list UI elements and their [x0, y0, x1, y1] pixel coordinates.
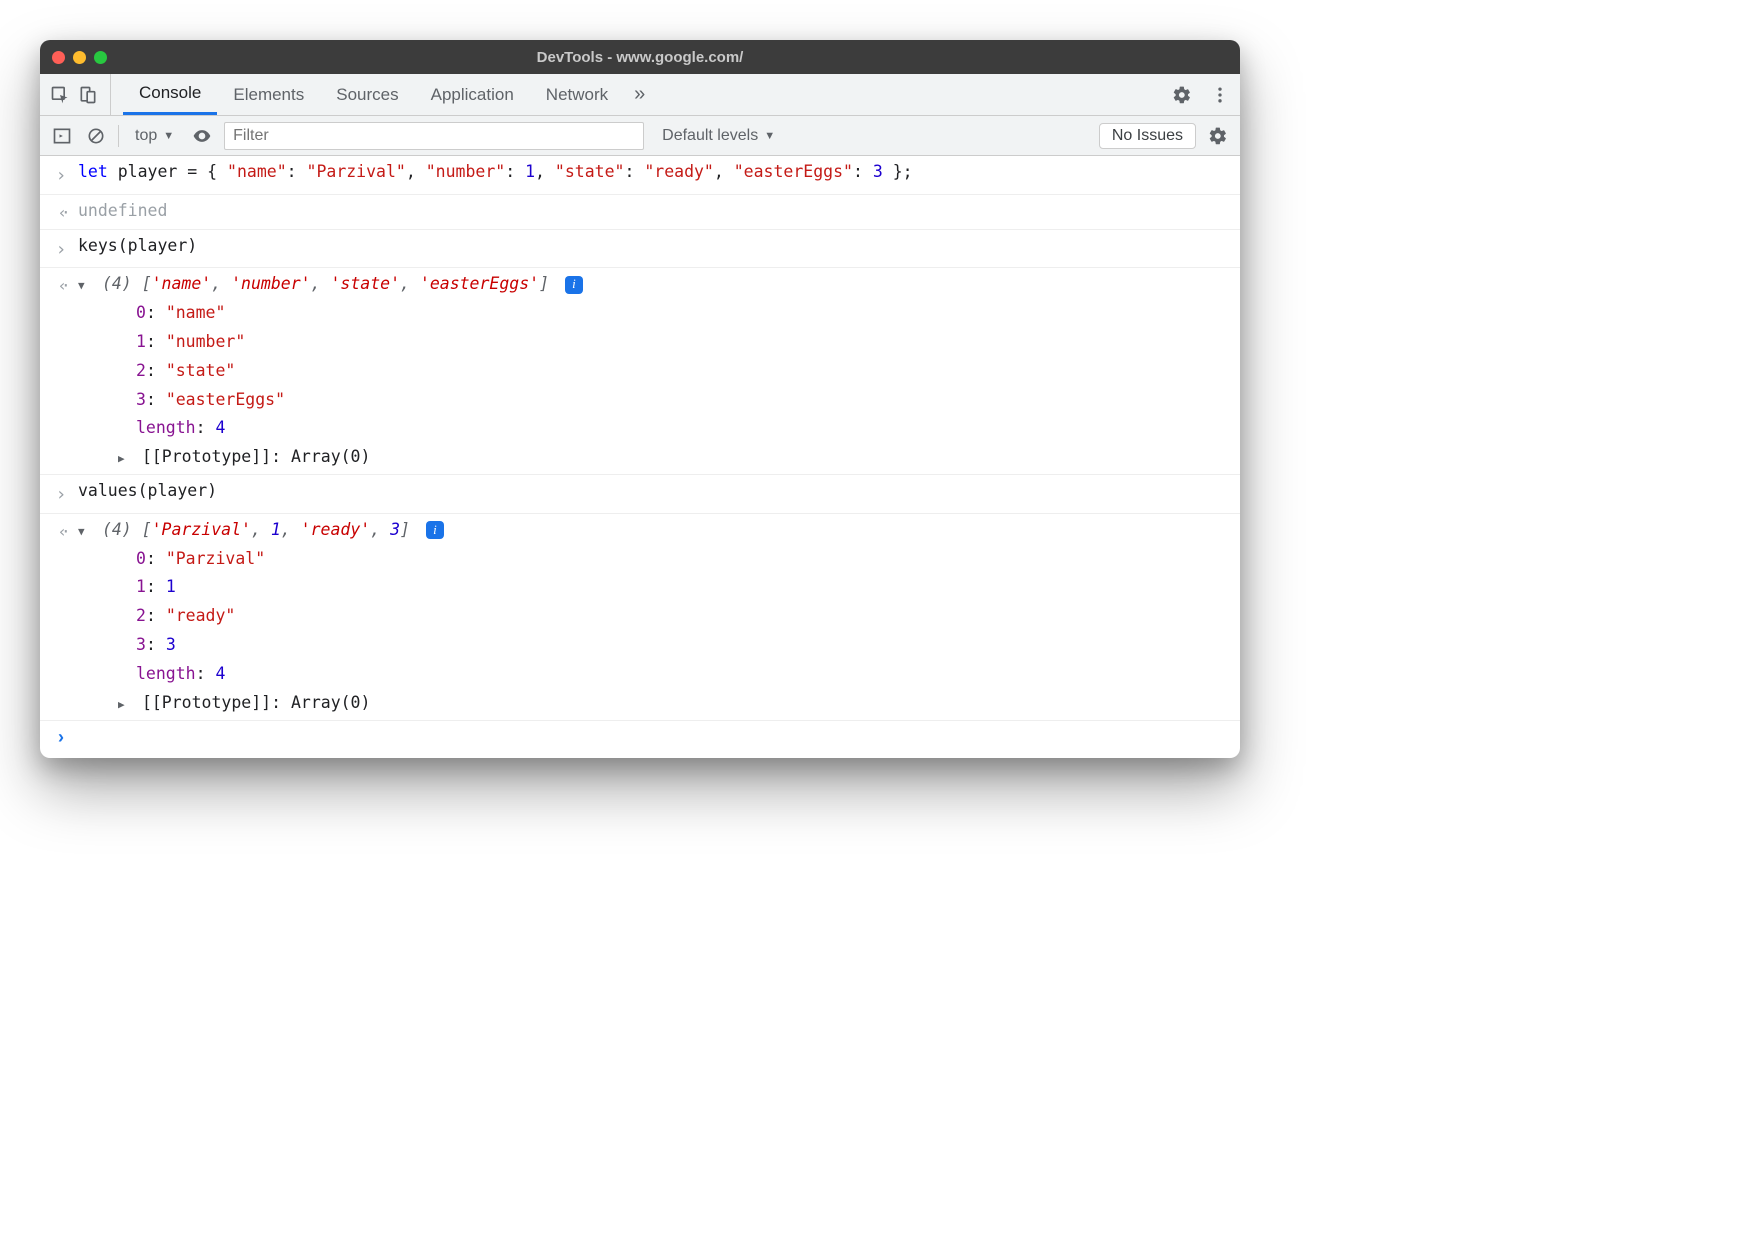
- array-item: 2: "state": [98, 357, 1230, 386]
- console-output-row: undefined: [40, 195, 1240, 230]
- console-input-row: keys(player): [40, 230, 1240, 269]
- array-prototype[interactable]: [[Prototype]]: Array(0): [98, 443, 1230, 472]
- array-length: length: 4: [98, 414, 1230, 443]
- array-item: 1: 1: [98, 573, 1230, 602]
- array-prototype[interactable]: [[Prototype]]: Array(0): [98, 689, 1230, 718]
- info-icon[interactable]: i: [565, 276, 583, 294]
- settings-icon[interactable]: [1170, 83, 1194, 107]
- array-item: 3: "easterEggs": [98, 386, 1230, 415]
- traffic-lights: [52, 51, 107, 64]
- tab-application[interactable]: Application: [415, 74, 530, 115]
- kebab-menu-icon[interactable]: [1208, 83, 1232, 107]
- minimize-window-button[interactable]: [73, 51, 86, 64]
- array-item: 1: "number": [98, 328, 1230, 357]
- console-prompt[interactable]: [40, 721, 1240, 758]
- chevron-down-icon: ▼: [764, 130, 775, 142]
- array-item: 3: 3: [98, 631, 1230, 660]
- main-toolbar: ConsoleElementsSourcesApplicationNetwork…: [40, 74, 1240, 116]
- panel-tabs: ConsoleElementsSourcesApplicationNetwork: [123, 74, 624, 115]
- array-summary: ['Parzival', 1, 'ready', 3]: [142, 520, 410, 539]
- close-window-button[interactable]: [52, 51, 65, 64]
- expand-toggle-icon[interactable]: [78, 516, 92, 545]
- tab-console[interactable]: Console: [123, 74, 217, 115]
- array-count: (4): [102, 274, 142, 293]
- titlebar: DevTools - www.google.com/: [40, 40, 1240, 74]
- info-icon[interactable]: i: [426, 521, 444, 539]
- execution-context-label: top: [135, 127, 157, 145]
- inspect-element-icon[interactable]: [48, 83, 72, 107]
- tab-network[interactable]: Network: [530, 74, 624, 115]
- console-input-text: keys(player): [72, 232, 1230, 261]
- expand-toggle-icon[interactable]: [118, 689, 132, 718]
- console-output: let player = { "name": "Parzival", "numb…: [40, 156, 1240, 721]
- array-output: (4) ['name', 'number', 'state', 'easterE…: [72, 270, 1230, 472]
- issues-button[interactable]: No Issues: [1099, 123, 1196, 149]
- console-input-text: let player = { "name": "Parzival", "numb…: [72, 158, 1230, 187]
- array-item: 0: "Parzival": [98, 545, 1230, 574]
- console-input-row: let player = { "name": "Parzival", "numb…: [40, 156, 1240, 195]
- console-input-row: values(player): [40, 475, 1240, 514]
- output-chevron-icon: [50, 516, 72, 546]
- console-output-row: (4) ['Parzival', 1, 'ready', 3] i 0: "Pa…: [40, 514, 1240, 720]
- array-length: length: 4: [98, 660, 1230, 689]
- array-output: (4) ['Parzival', 1, 'ready', 3] i 0: "Pa…: [72, 516, 1230, 718]
- console-input-text: values(player): [72, 477, 1230, 506]
- expand-toggle-icon[interactable]: [118, 443, 132, 472]
- execution-context-select[interactable]: top ▼: [129, 127, 180, 145]
- array-summary: ['name', 'number', 'state', 'easterEggs'…: [142, 274, 549, 293]
- console-filterbar: top ▼ Default levels ▼ No Issues: [40, 116, 1240, 156]
- chevron-down-icon: ▼: [163, 130, 174, 142]
- console-output-text: undefined: [72, 197, 1230, 226]
- log-levels-label: Default levels: [662, 127, 758, 145]
- tab-sources[interactable]: Sources: [320, 74, 414, 115]
- devtools-window: DevTools - www.google.com/ ConsoleElemen…: [40, 40, 1240, 758]
- device-toolbar-icon[interactable]: [76, 83, 100, 107]
- live-expression-icon[interactable]: [190, 124, 214, 148]
- console-settings-icon[interactable]: [1206, 124, 1230, 148]
- log-levels-select[interactable]: Default levels ▼: [654, 127, 783, 145]
- array-item: 2: "ready": [98, 602, 1230, 631]
- expand-toggle-icon[interactable]: [78, 270, 92, 299]
- input-chevron-icon: [50, 158, 72, 192]
- show-console-sidebar-icon[interactable]: [50, 124, 74, 148]
- console-output-row: (4) ['name', 'number', 'state', 'easterE…: [40, 268, 1240, 474]
- clear-console-icon[interactable]: [84, 124, 108, 148]
- output-chevron-icon: [50, 197, 72, 227]
- zoom-window-button[interactable]: [94, 51, 107, 64]
- more-tabs-button[interactable]: »: [624, 83, 655, 106]
- input-chevron-icon: [50, 477, 72, 511]
- input-chevron-icon: [50, 232, 72, 266]
- tab-elements[interactable]: Elements: [217, 74, 320, 115]
- output-chevron-icon: [50, 270, 72, 300]
- prompt-chevron-icon: [50, 725, 72, 748]
- array-item: 0: "name": [98, 299, 1230, 328]
- array-count: (4): [102, 520, 142, 539]
- window-title: DevTools - www.google.com/: [40, 49, 1240, 66]
- filter-input[interactable]: [224, 122, 644, 150]
